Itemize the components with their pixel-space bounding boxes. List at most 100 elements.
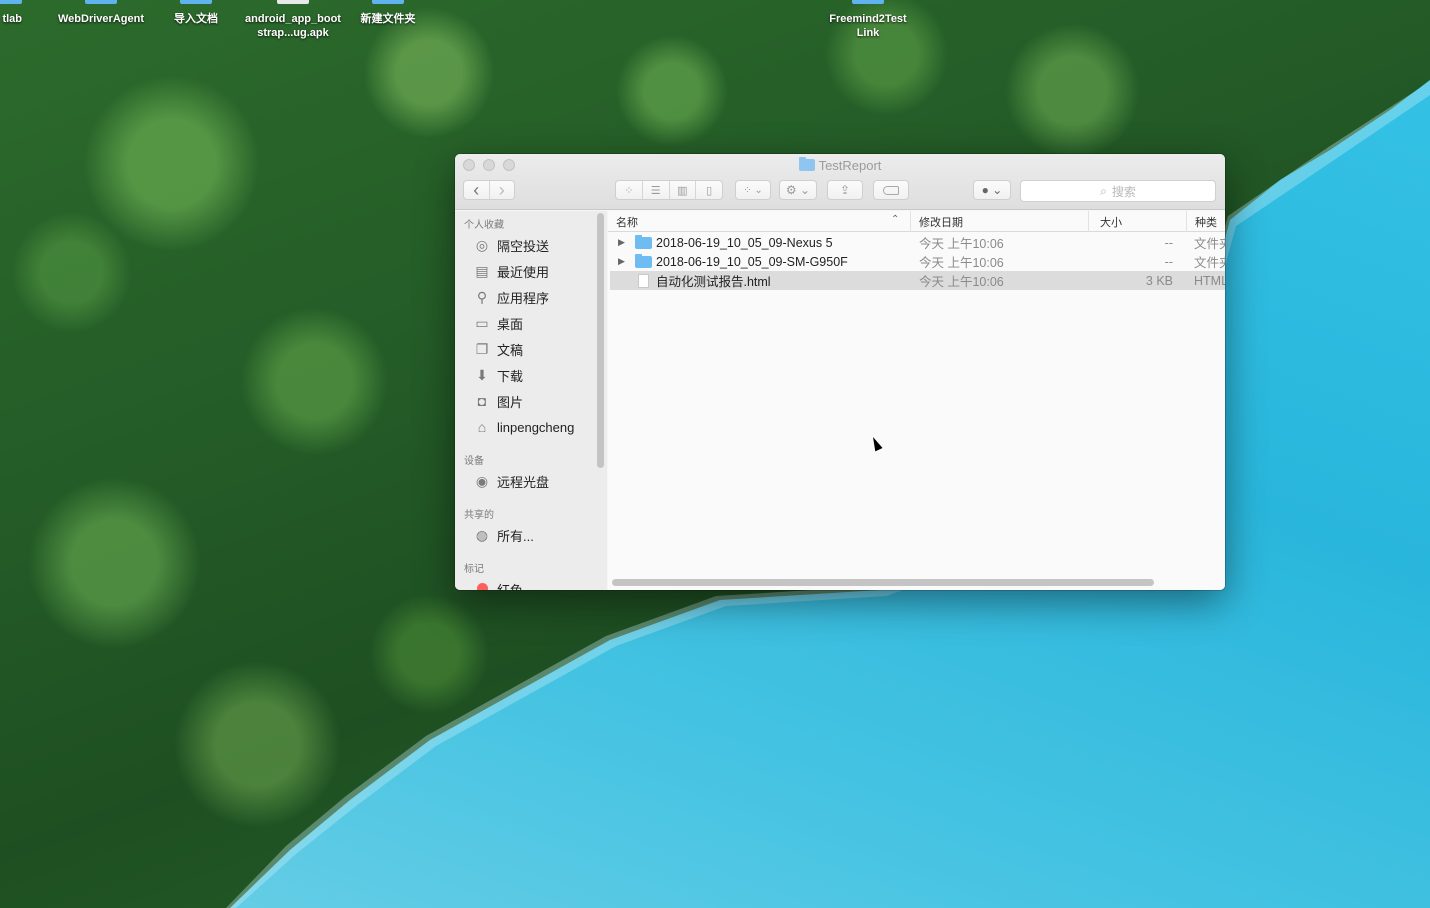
back-button[interactable]: ‹: [464, 180, 490, 200]
column-date[interactable]: 修改日期: [910, 211, 1088, 232]
window-title-text: TestReport: [818, 158, 882, 173]
column-date-label: 修改日期: [919, 216, 963, 229]
desktop-icon-tlab[interactable]: tlab: [0, 0, 22, 26]
sidebar-item-label: 应用程序: [497, 290, 550, 306]
sort-ascending-icon: ⌃: [891, 214, 900, 225]
sidebar-item-all-shared[interactable]: ◍ 所有...: [473, 524, 534, 546]
app-extension-icon: ● ⌄: [981, 183, 1003, 197]
table-row[interactable]: ▶ 2018-06-19_10_05_09-Nexus 5 今天 上午10:06…: [610, 233, 1225, 252]
column-name[interactable]: 名称: [608, 211, 910, 232]
file-date: 今天 上午10:06: [919, 256, 1004, 270]
sidebar-header-devices: 设备: [464, 456, 484, 467]
horizontal-scrollbar[interactable]: [612, 579, 1154, 586]
icon-view-icon[interactable]: ⁘: [616, 181, 643, 199]
sidebar-item-label: 隔空投送: [497, 238, 550, 254]
sidebar-header-favorites: 个人收藏: [464, 220, 504, 231]
sidebar-item-documents[interactable]: ❐ 文稿: [473, 338, 523, 360]
sidebar-item-recents[interactable]: ▤ 最近使用: [473, 260, 549, 282]
desktop-icon-freemind[interactable]: Freemind2Test Link: [820, 0, 916, 40]
sidebar-item-pictures[interactable]: ◘ 图片: [473, 390, 523, 412]
view-mode-segment[interactable]: ⁘ ☰ ▥ ▯: [615, 180, 723, 200]
sidebar-item-downloads[interactable]: ⬇ 下载: [473, 364, 523, 386]
desktop-icon-label: tlab: [2, 13, 22, 25]
file-kind: 文件夹: [1194, 237, 1225, 251]
sidebar-item-applications[interactable]: ⚲ 应用程序: [473, 286, 549, 308]
forward-button[interactable]: ›: [490, 180, 515, 200]
pictures-icon: ◘: [477, 393, 487, 409]
desktop-icon-label: 新建文件夹: [360, 13, 416, 25]
sidebar-item-home[interactable]: ⌂ linpengcheng: [473, 416, 575, 438]
search-field[interactable]: ⌕ 搜索: [1020, 180, 1216, 202]
file-name: 自动化测试报告.html: [656, 275, 771, 289]
action-button[interactable]: ⚙ ⌄: [779, 180, 817, 200]
sidebar-item-label: linpengcheng: [497, 419, 575, 435]
column-view-icon[interactable]: ▥: [670, 181, 697, 199]
group-icon: ⁘ ⌄: [743, 184, 763, 196]
window-titlebar[interactable]: TestReport ‹ › ⁘ ☰ ▥ ▯ ⁘ ⌄ ⚙ ⌄ ⇪ ● ⌄ ⌕ 搜…: [455, 154, 1225, 210]
file-list[interactable]: 名称 ⌃ 修改日期 大小 种类 ▶ 2018-06-19_10_05_09-Ne…: [608, 211, 1225, 590]
sidebar-item-label: 所有...: [497, 528, 534, 544]
file-date: 今天 上午10:06: [919, 275, 1004, 289]
sidebar-item-desktop[interactable]: ▭ 桌面: [473, 312, 523, 334]
column-size-label: 大小: [1100, 216, 1122, 229]
file-date: 今天 上午10:06: [919, 237, 1004, 251]
file-name: 2018-06-19_10_05_09-Nexus 5: [656, 235, 833, 250]
sidebar-item-remote-disc[interactable]: ◉ 远程光盘: [473, 470, 549, 492]
column-name-label: 名称: [616, 216, 638, 229]
sidebar-item-label: 文稿: [497, 342, 524, 358]
column-kind[interactable]: 种类: [1186, 211, 1225, 232]
folder-icon: [798, 157, 815, 171]
folder-icon: [635, 234, 652, 249]
group-button[interactable]: ⁘ ⌄: [735, 180, 771, 200]
file-size: --: [1164, 235, 1173, 250]
table-row[interactable]: ▶ 2018-06-19_10_05_09-SM-G950F 今天 上午10:0…: [610, 252, 1225, 271]
desktop-icon-webdriveragent[interactable]: WebDriverAgent: [53, 0, 149, 26]
app-menu-button[interactable]: ● ⌄: [973, 180, 1011, 200]
search-icon: ⌕: [1100, 183, 1107, 198]
column-header[interactable]: 名称 ⌃ 修改日期 大小 种类: [608, 211, 1225, 232]
sidebar-item-label: 桌面: [497, 316, 524, 332]
list-view-icon[interactable]: ☰: [643, 181, 670, 199]
gallery-view-icon[interactable]: ▯: [696, 181, 722, 199]
desktop-icon-label: 导入文档: [174, 13, 218, 25]
desktop-icon-label: WebDriverAgent: [58, 13, 144, 25]
network-icon: ◍: [475, 526, 489, 543]
desktop-icon-apk[interactable]: android_app_bootstrap...ug.apk: [244, 0, 342, 40]
column-size[interactable]: 大小: [1088, 211, 1186, 232]
desktop-icon: ▭: [475, 314, 489, 331]
window-title: TestReport: [455, 157, 1225, 173]
column-kind-label: 种类: [1195, 216, 1217, 229]
downloads-icon: ⬇: [476, 366, 488, 383]
share-button[interactable]: ⇪: [827, 180, 863, 200]
sidebar-item-label: 下载: [497, 368, 524, 384]
disclosure-triangle-icon[interactable]: ▶: [618, 256, 625, 267]
gear-icon: ⚙ ⌄: [785, 183, 811, 197]
file-name: 2018-06-19_10_05_09-SM-G950F: [656, 254, 848, 269]
sidebar[interactable]: 个人收藏 ◎ 隔空投送 ▤ 最近使用 ⚲ 应用程序 ▭ 桌面 ❐ 文稿 ⬇ 下载 ◘ 图片 ⌂…: [455, 211, 607, 590]
documents-icon: ❐: [475, 340, 489, 357]
sidebar-item-label: 红色: [497, 582, 524, 591]
file-kind: HTML: [1194, 273, 1225, 288]
file-size: --: [1164, 254, 1173, 269]
desktop-icon-import-doc[interactable]: 导入文档: [148, 0, 244, 26]
desktop-icon-label: android_app_bootstrap...ug.apk: [245, 13, 341, 39]
sidebar-item-tag-red[interactable]: 红色: [473, 578, 523, 590]
sidebar-scrollbar[interactable]: [597, 213, 604, 468]
nav-back-forward[interactable]: ‹ ›: [463, 180, 515, 200]
sidebar-item-label: 最近使用: [497, 264, 550, 280]
red-tag-icon: [473, 581, 491, 590]
tag-icon: [883, 185, 899, 195]
sidebar-item-airdrop[interactable]: ◎ 隔空投送: [473, 234, 549, 256]
table-row-selected[interactable]: 自动化测试报告.html 今天 上午10:06 3 KB HTML: [610, 271, 1225, 290]
sidebar-header-tags: 标记: [464, 564, 484, 575]
recents-icon: ▤: [475, 262, 489, 279]
html-file-icon: [638, 274, 649, 288]
tag-button[interactable]: [873, 180, 909, 200]
share-icon: ⇪: [839, 183, 851, 197]
finder-window[interactable]: TestReport ‹ › ⁘ ☰ ▥ ▯ ⁘ ⌄ ⚙ ⌄ ⇪ ● ⌄ ⌕ 搜…: [455, 154, 1225, 590]
sidebar-header-shared: 共享的: [464, 510, 494, 521]
remote-disc-icon: ◉: [475, 472, 489, 489]
disclosure-triangle-icon[interactable]: ▶: [618, 237, 625, 248]
desktop-icon-new-folder[interactable]: 新建文件夹: [340, 0, 436, 26]
airdrop-icon: ◎: [475, 236, 489, 253]
